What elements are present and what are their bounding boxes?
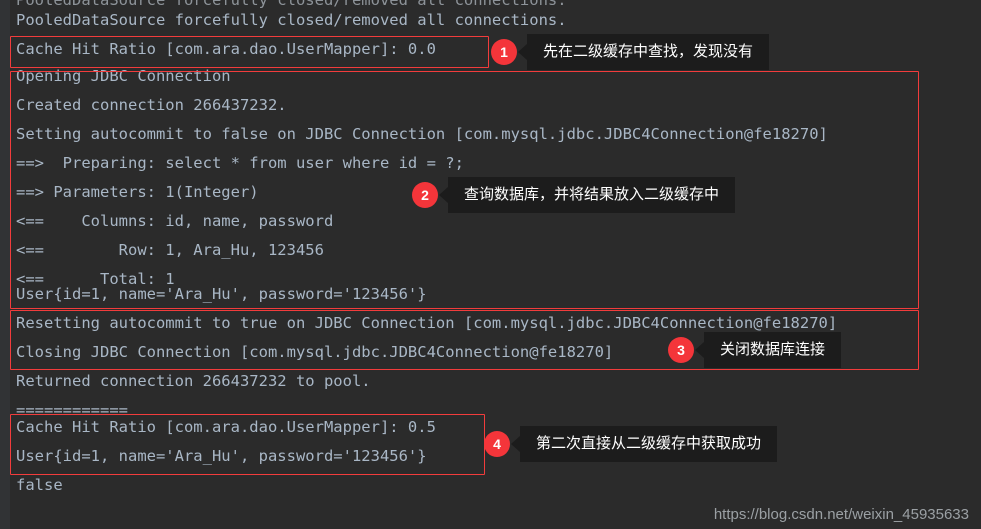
console-line: <== Row: 1, Ara_Hu, 123456: [16, 241, 324, 259]
console-line: User{id=1, name='Ara_Hu', password='1234…: [16, 285, 427, 303]
annotation-marker-4[interactable]: 4: [484, 431, 510, 457]
annotation-marker-2[interactable]: 2: [412, 182, 438, 208]
console-line: PooledDataSource forcefully closed/remov…: [16, 11, 567, 29]
console-line: Opening JDBC Connection: [16, 67, 231, 85]
console-line: Returned connection 266437232 to pool.: [16, 372, 371, 390]
console-line: false: [16, 476, 63, 494]
annotation-marker-3[interactable]: 3: [668, 337, 694, 363]
console-line: Cache Hit Ratio [com.ara.dao.UserMapper]…: [16, 418, 436, 436]
console-line: ==> Preparing: select * from user where …: [16, 154, 464, 172]
console-line: Setting autocommit to false on JDBC Conn…: [16, 125, 828, 143]
console-screenshot: PooledDataSource forcefully closed/remov…: [0, 0, 981, 529]
console-line: Created connection 266437232.: [16, 96, 287, 114]
console-line: Closing JDBC Connection [com.mysql.jdbc.…: [16, 343, 614, 361]
annotation-callout-1: 先在二级缓存中查找，发现没有: [517, 34, 770, 70]
watermark-text: https://blog.csdn.net/weixin_45935633: [713, 506, 969, 523]
console-line: Cache Hit Ratio [com.ara.dao.UserMapper]…: [16, 40, 436, 58]
annotation-callout-2: 查询数据库，并将结果放入二级缓存中: [438, 177, 736, 213]
console-line: User{id=1, name='Ara_Hu', password='1234…: [16, 447, 427, 465]
annotation-callout-3: 关闭数据库连接: [694, 332, 842, 368]
annotation-marker-1[interactable]: 1: [491, 39, 517, 65]
console-line: ==> Parameters: 1(Integer): [16, 183, 259, 201]
annotation-callout-4: 第二次直接从二级缓存中获取成功: [510, 426, 778, 462]
console-line: <== Columns: id, name, password: [16, 212, 334, 230]
